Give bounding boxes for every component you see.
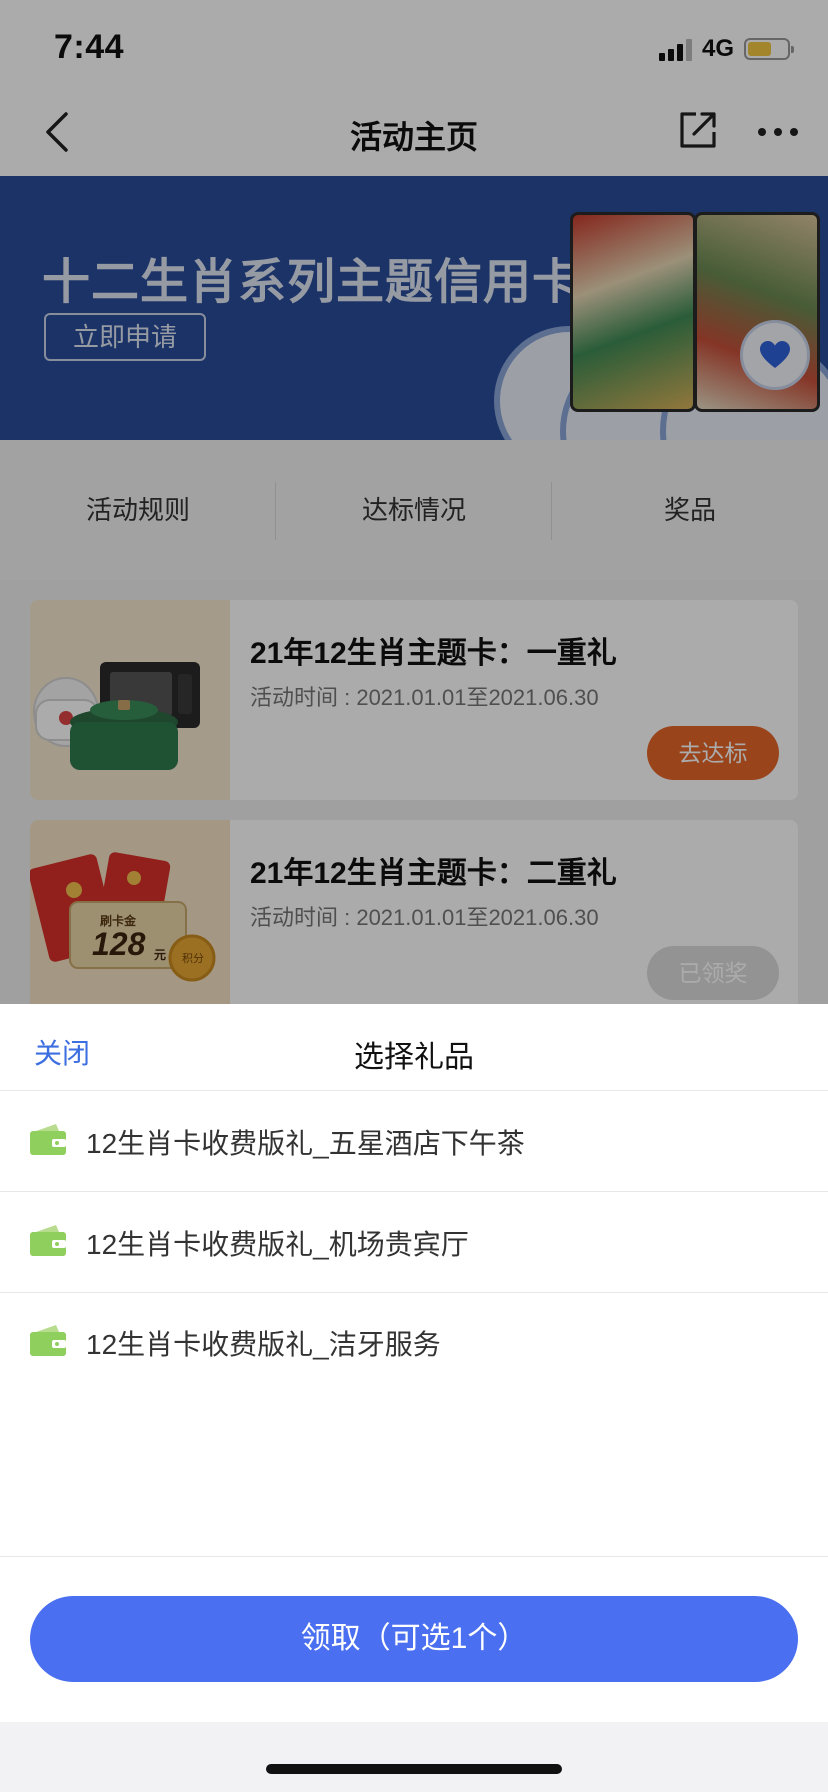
claim-button[interactable]: 领取（可选1个） [30,1596,798,1682]
gift-option[interactable]: 12生肖卡收费版礼_机场贵宾厅 [0,1192,828,1292]
gift-option-label: 12生肖卡收费版礼_五星酒店下午茶 [86,1128,525,1159]
home-indicator[interactable] [266,1764,562,1774]
sheet-title: 选择礼品 [354,1041,474,1074]
gift-option[interactable]: 12生肖卡收费版礼_洁牙服务 [0,1292,828,1392]
wallet-icon [30,1224,66,1256]
wallet-icon [30,1123,66,1155]
gift-option-label: 12生肖卡收费版礼_洁牙服务 [86,1329,441,1360]
divider [0,1556,828,1557]
gift-selection-sheet: 关闭 选择礼品 12生肖卡收费版礼_五星酒店下午茶 12生肖卡收费版礼_机场贵宾… [0,1004,828,1722]
gift-option[interactable]: 12生肖卡收费版礼_五星酒店下午茶 [0,1091,828,1191]
modal-overlay[interactable] [0,0,828,1004]
home-indicator-area [0,1722,828,1792]
wallet-icon [30,1324,66,1356]
gift-option-label: 12生肖卡收费版礼_机场贵宾厅 [86,1229,469,1260]
